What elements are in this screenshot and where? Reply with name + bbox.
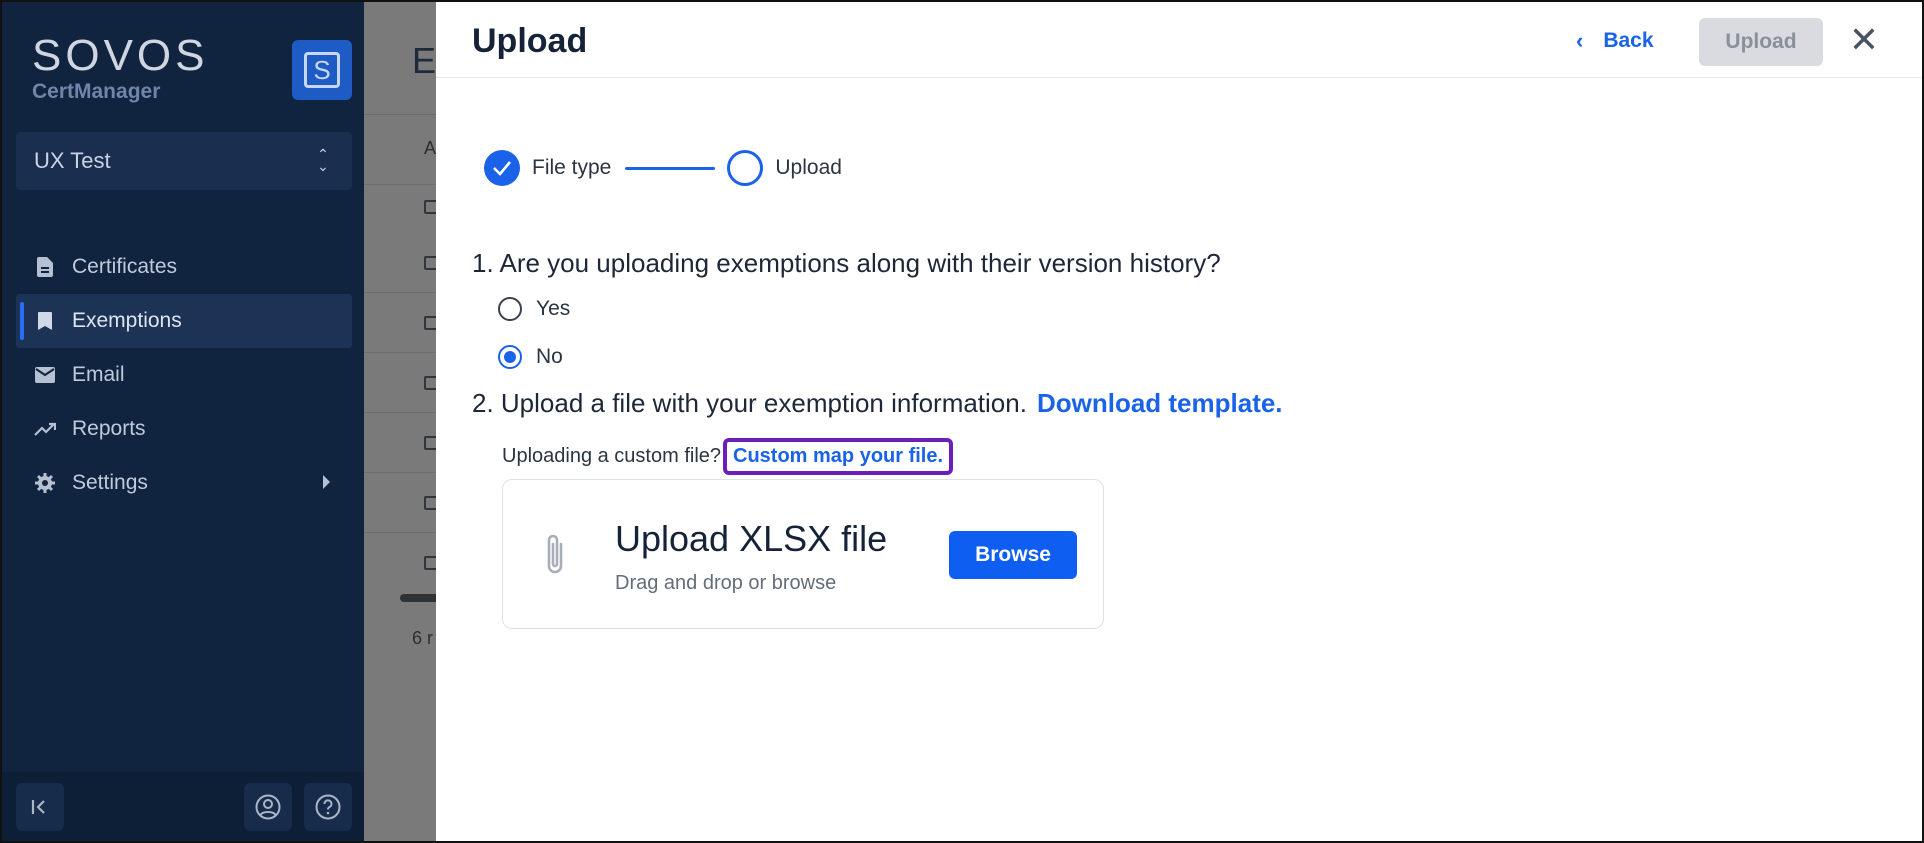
custom-file-question: Uploading a custom file? [502, 445, 722, 467]
paperclip-icon [541, 530, 569, 585]
radio-yes[interactable]: Yes [498, 295, 570, 323]
logo-product: CertManager [32, 80, 161, 103]
radio-label: Yes [536, 297, 571, 320]
bookmark-icon [34, 310, 56, 332]
document-icon [34, 256, 56, 278]
org-name: UX Test [34, 148, 111, 173]
logo: SOVOS CertManager [32, 34, 209, 104]
row-checkbox [424, 200, 436, 214]
row-checkbox [424, 316, 436, 330]
divider [364, 184, 436, 185]
step-connector [625, 166, 716, 170]
row-checkbox [424, 436, 436, 450]
panel-title: Upload [472, 22, 588, 60]
upload-button[interactable]: Upload [1699, 18, 1823, 66]
stepper: File type Upload [484, 148, 842, 188]
radio-circle[interactable] [498, 297, 522, 321]
app-switcher-button[interactable]: S [292, 40, 352, 100]
sidebar-item-email[interactable]: Email [16, 348, 352, 402]
dropzone-title: Upload XLSX file [615, 518, 888, 559]
step-indicator-upload [727, 150, 764, 186]
sidebar-item-label: Email [72, 363, 125, 386]
sidebar-item-settings[interactable]: Settings [16, 456, 352, 510]
trend-icon [34, 418, 56, 440]
row-checkbox [424, 376, 436, 390]
divider [364, 472, 436, 473]
dropzone-subtitle: Drag and drop or browse [615, 572, 837, 594]
sidebar-item-exemptions[interactable]: Exemptions [16, 294, 352, 348]
sidebar-nav: Certificates Exemptions Email Reports Se… [16, 240, 352, 510]
profile-button[interactable] [244, 783, 292, 831]
browse-button[interactable]: Browse [949, 531, 1077, 579]
row-count: 6 r [412, 628, 434, 648]
user-icon [255, 794, 281, 820]
divider [364, 292, 436, 293]
chevron-right-icon [323, 475, 330, 489]
question-version-history: 1. Are you uploading exemptions along wi… [472, 248, 1221, 278]
row-checkbox [424, 496, 436, 510]
sidebar-footer [2, 772, 364, 841]
background-page-title: E [412, 40, 436, 81]
download-template-link[interactable]: Download template. [1037, 388, 1283, 419]
panel-header: Upload ‹ Back Upload ✕ [436, 2, 1922, 78]
divider [364, 532, 436, 533]
background-tab: A [424, 138, 436, 158]
chevron-left-icon: ‹ [1576, 28, 1584, 53]
logo-brand: SOVOS [32, 31, 209, 80]
back-button[interactable]: ‹ Back [1576, 26, 1654, 56]
collapse-icon [31, 800, 45, 814]
sidebar: SOVOS CertManager S UX Test ⌃ ⌄ Certifica… [2, 2, 364, 841]
sidebar-item-label: Settings [72, 471, 148, 494]
gear-icon [34, 472, 56, 494]
help-icon [315, 794, 341, 820]
sidebar-item-reports[interactable]: Reports [16, 402, 352, 456]
app-window: SOVOS CertManager S UX Test ⌃ ⌄ Certifica… [0, 0, 1924, 843]
scrollbar [400, 594, 436, 602]
radio-dot [504, 351, 516, 363]
row-checkbox [424, 556, 436, 570]
file-dropzone[interactable]: Upload XLSX file Drag and drop or browse… [502, 479, 1104, 629]
radio-label: No [536, 345, 563, 368]
upload-panel: Upload ‹ Back Upload ✕ File type Upload … [436, 2, 1922, 841]
question-upload-file: 2. Upload a file with your exemption inf… [472, 388, 1283, 419]
step-label-file-type: File type [532, 156, 612, 179]
collapse-sidebar-button[interactable] [16, 783, 64, 831]
sidebar-item-label: Exemptions [72, 309, 182, 332]
sidebar-item-label: Reports [72, 417, 146, 440]
sidebar-item-certificates[interactable]: Certificates [16, 240, 352, 294]
divider [364, 352, 436, 353]
background-page: E A 6 r [364, 2, 436, 841]
close-icon[interactable]: ✕ [1844, 20, 1884, 60]
back-label: Back [1603, 29, 1654, 52]
question-text: 2. Upload a file with your exemption inf… [472, 388, 1027, 418]
custom-map-link[interactable]: Custom map your file. [723, 438, 954, 475]
mail-icon [34, 364, 56, 386]
divider [364, 412, 436, 413]
divider [364, 114, 436, 115]
row-checkbox [424, 256, 436, 270]
step-label-upload: Upload [775, 156, 842, 179]
org-selector[interactable]: UX Test ⌃ ⌄ [16, 132, 352, 190]
chevron-up-down-icon: ⌃ ⌄ [317, 146, 329, 174]
radio-no[interactable]: No [498, 343, 563, 371]
custom-file-row: Uploading a custom file? Custom map your… [502, 438, 954, 475]
sidebar-item-label: Certificates [72, 255, 178, 278]
help-button[interactable] [304, 783, 352, 831]
app-badge-icon: S [304, 52, 340, 88]
check-icon [484, 150, 520, 186]
radio-circle[interactable] [498, 345, 522, 369]
